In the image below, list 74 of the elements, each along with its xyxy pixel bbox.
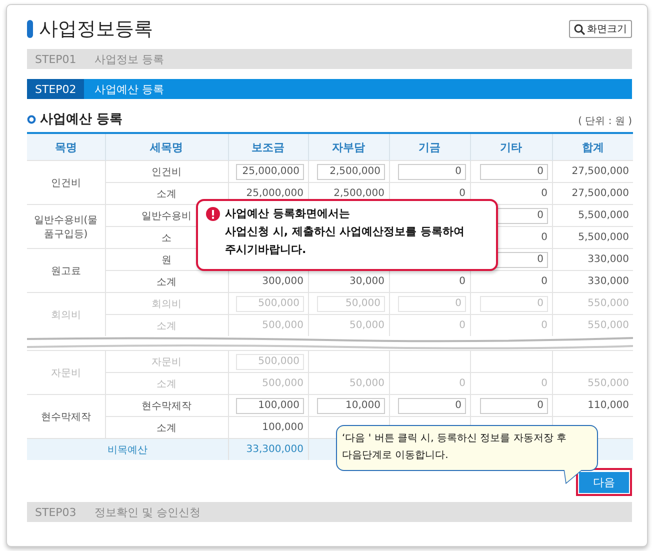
- table-cell: 500,000: [262, 320, 304, 331]
- table-cell: 30,000: [350, 276, 384, 287]
- table-cell: 0: [541, 378, 548, 389]
- table-cell: 300,000: [262, 276, 304, 287]
- table-cell: 0: [459, 320, 466, 331]
- table-cell: 인건비: [27, 160, 105, 204]
- amount-field[interactable]: 100,000: [236, 398, 304, 414]
- alert-icon: [206, 207, 220, 221]
- table-cell: 33,300,000: [246, 444, 304, 455]
- step-label: 사업예산 등록: [93, 82, 164, 96]
- column-header: 자부담: [308, 133, 389, 160]
- table-cell: 2,500,000: [334, 188, 384, 199]
- amount-field[interactable]: 0: [480, 398, 548, 414]
- column-header: 기타: [470, 133, 552, 160]
- step-number: STEP01: [34, 52, 78, 68]
- column-header: 보조금: [228, 133, 308, 160]
- table-cell: 25,000,000: [246, 188, 304, 199]
- column-header: 합계: [552, 133, 633, 160]
- table-cell: 소계: [105, 372, 228, 394]
- table-cell: 550,000: [588, 298, 629, 309]
- zoom-button[interactable]: 화면크기: [569, 20, 632, 38]
- table-cell: 5,500,000: [578, 210, 629, 221]
- table-cell: 회의비: [27, 292, 105, 336]
- table-cell: 550,000: [588, 320, 629, 331]
- table-cell: 일반수용비(물품구입등): [27, 204, 105, 248]
- table-cell: 자문비: [27, 350, 105, 394]
- table-cell: 110,000: [588, 400, 629, 411]
- amount-field[interactable]: 0: [398, 164, 466, 180]
- table-cell: 330,000: [588, 276, 629, 287]
- search-icon: [574, 24, 585, 34]
- table-cell: 원고료: [27, 248, 105, 292]
- section-title: 사업예산 등록: [40, 111, 123, 128]
- table-cell: 27,500,000: [572, 188, 629, 199]
- page-title: 사업정보등록: [39, 17, 153, 42]
- unit-label: ( 단위 : 원 ): [578, 115, 632, 128]
- table-cell: 0: [541, 188, 548, 199]
- table-cell: 현수막제작: [105, 394, 228, 416]
- table-cell: 비목예산: [27, 438, 228, 460]
- title-marker-icon: [27, 20, 33, 38]
- amount-field[interactable]: 0: [480, 164, 548, 180]
- step-label: 사업정보 등록: [93, 52, 164, 66]
- table-cell: 0: [541, 320, 548, 331]
- table-cell: 회의비: [105, 292, 228, 314]
- step-label: 정보확인 및 승인신청: [93, 504, 200, 520]
- table-cell: 0: [541, 232, 548, 243]
- amount-field[interactable]: 2,500,000: [316, 164, 384, 180]
- table-cell: 27,500,000: [572, 166, 629, 177]
- table-cell: 인건비: [105, 160, 228, 182]
- table-cell: 100,000: [262, 422, 304, 433]
- table-cell: 500,000: [262, 378, 304, 389]
- column-header: 기금: [389, 133, 470, 160]
- table-cell: 330,000: [588, 254, 629, 265]
- column-header: 목명: [27, 133, 105, 160]
- amount-field[interactable]: 0: [398, 398, 466, 414]
- table-cell: 자문비: [105, 350, 228, 372]
- table-cell: 50,000: [350, 320, 384, 331]
- table-cell: 0: [541, 276, 548, 287]
- table-cell: 0: [459, 276, 466, 287]
- table-cell: 550,000: [588, 378, 629, 389]
- amount-field[interactable]: 10,000: [316, 398, 384, 414]
- table-cell: 50,000: [350, 378, 384, 389]
- step-number: STEP02: [27, 79, 84, 99]
- ring-bullet-icon: [27, 114, 36, 124]
- step-bar[interactable]: STEP02 사업예산 등록: [27, 79, 632, 99]
- callout-text: 사업예산 등록화면에서는 사업신청 시, 제출하신 사업예산정보를 등록하여 주시기바랍니다.: [225, 206, 464, 258]
- table-cell: 0: [459, 188, 466, 199]
- callout-text: ‘다음 ' 버튼 클릭 시, 등록하신 정보를 자동저장 후 다음단계로 이동합니다.: [342, 432, 568, 463]
- next-button[interactable]: 다음: [579, 472, 629, 493]
- amount-field[interactable]: 25,000,000: [236, 164, 304, 180]
- table-cell: 0: [459, 378, 466, 389]
- table-cell: 5,500,000: [578, 232, 629, 243]
- table-cell: 소계: [105, 314, 228, 336]
- column-header: 세목명: [105, 133, 228, 160]
- step-number: STEP03: [34, 504, 78, 520]
